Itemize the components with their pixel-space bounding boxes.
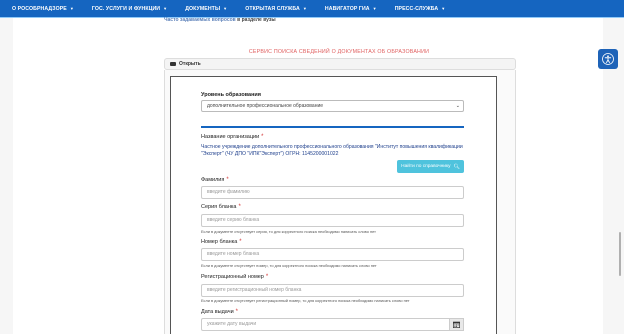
number-hint: Если в документе отсутствует номер, то д… bbox=[201, 263, 377, 268]
nav-item-about[interactable]: О РОСОБРНАДЗОРЕ ▼ bbox=[12, 6, 74, 12]
nav-item-open-service[interactable]: ОТКРЫТАЯ СЛУЖБА ▼ bbox=[245, 6, 307, 12]
education-level-label: Уровень образования bbox=[201, 92, 262, 98]
nav-label: ГОС. УСЛУГИ И ФУНКЦИИ bbox=[91, 5, 161, 12]
nav-label: ПРЕСС-СЛУЖБА bbox=[394, 5, 439, 12]
issue-date-placeholder: укажите дату выдачи bbox=[207, 321, 257, 327]
series-hint: Если в документе отсутствует серия, то д… bbox=[201, 229, 376, 234]
required-marker: * bbox=[265, 274, 269, 280]
education-level-select[interactable]: дополнительное профессиональное образова… bbox=[201, 100, 464, 112]
nav-item-press[interactable]: ПРЕСС-СЛУЖБА ▼ bbox=[395, 6, 446, 12]
number-input[interactable]: введите номер бланка bbox=[201, 248, 464, 261]
issue-date-input[interactable]: укажите дату выдачи bbox=[201, 318, 449, 331]
faq-link-line: Часто задаваемых вопросов в разделе вузы bbox=[164, 17, 276, 23]
left-gutter bbox=[0, 18, 13, 334]
nav-item-services[interactable]: ГОС. УСЛУГИ И ФУНКЦИИ ▼ bbox=[92, 6, 167, 12]
nav-label: НАВИГАТОР ГИА bbox=[324, 5, 370, 12]
education-level-value: дополнительное профессиональное образова… bbox=[207, 103, 324, 109]
chevron-down-icon: ▼ bbox=[163, 6, 168, 11]
series-input[interactable]: введите серию бланка bbox=[201, 214, 464, 227]
required-marker: * bbox=[261, 134, 264, 140]
accessibility-button[interactable] bbox=[598, 49, 618, 69]
reg-number-hint: Если в документе отсутствует регистрацио… bbox=[201, 298, 410, 303]
required-marker: * bbox=[238, 204, 241, 210]
series-label: Серия бланка * bbox=[201, 204, 241, 210]
faq-rest-text: в разделе вузы bbox=[235, 17, 276, 23]
faq-link[interactable]: Часто задаваемых вопросов bbox=[164, 17, 236, 23]
nav-label: ДОКУМЕНТЫ bbox=[185, 5, 221, 12]
accessibility-icon bbox=[602, 53, 614, 65]
find-in-reference-label: Найти по справочнику bbox=[401, 164, 451, 169]
nav-label: О РОСОБРНАДЗОРЕ bbox=[12, 5, 67, 12]
chevron-down-icon: ▼ bbox=[372, 6, 377, 11]
surname-placeholder: введите фамилию bbox=[207, 189, 250, 195]
chevron-down-icon: ▼ bbox=[441, 6, 446, 11]
nav-item-documents[interactable]: ДОКУМЕНТЫ ▼ bbox=[185, 6, 227, 12]
service-title: СЕРВИС ПОИСКА СВЕДЕНИЙ О ДОКУМЕНТАХ ОБ О… bbox=[248, 49, 430, 55]
organization-label: Название организации * bbox=[201, 134, 264, 140]
surname-input[interactable]: введите фамилию bbox=[201, 186, 464, 199]
nav-label: ОТКРЫТАЯ СЛУЖБА bbox=[245, 5, 300, 12]
section-divider bbox=[201, 126, 464, 128]
nav-underline bbox=[0, 17, 624, 18]
chevron-down-icon: ▼ bbox=[302, 6, 307, 11]
reg-number-placeholder: введите регистрационный номер бланка bbox=[207, 287, 302, 293]
panel-header-label: Открыть bbox=[179, 61, 201, 67]
surname-label: Фамилия * bbox=[201, 177, 229, 183]
organization-value: Частное учреждение дополнительного профе… bbox=[201, 144, 463, 158]
nav-item-gia-navigator[interactable]: НАВИГАТОР ГИА ▼ bbox=[325, 6, 377, 12]
series-placeholder: введите серию бланка bbox=[207, 217, 260, 223]
search-icon: 🔍︎ bbox=[453, 163, 460, 170]
reg-number-input[interactable]: введите регистрационный номер бланка bbox=[201, 284, 464, 297]
scrollbar-thumb[interactable] bbox=[619, 232, 621, 276]
required-marker: * bbox=[239, 239, 242, 245]
top-navigation: О РОСОБРНАДЗОРЕ ▼ ГОС. УСЛУГИ И ФУНКЦИИ ▼ … bbox=[0, 0, 624, 17]
chevron-down-icon: ▼ bbox=[223, 6, 228, 11]
number-label: Номер бланка * bbox=[201, 239, 242, 245]
chevron-down-icon: ⌄ bbox=[455, 103, 460, 109]
reg-number-label: Регистрационный номер * bbox=[201, 274, 269, 280]
required-marker: * bbox=[235, 309, 239, 315]
find-in-reference-button[interactable]: Найти по справочнику 🔍︎ bbox=[397, 160, 464, 173]
required-marker: * bbox=[226, 177, 229, 183]
calendar-icon bbox=[453, 321, 460, 328]
calendar-button[interactable] bbox=[449, 318, 464, 331]
number-placeholder: введите номер бланка bbox=[207, 251, 260, 257]
panel-header[interactable]: Открыть bbox=[164, 58, 516, 70]
chevron-down-icon: ▼ bbox=[69, 6, 74, 11]
folder-open-icon bbox=[170, 62, 176, 66]
issue-date-label: Дата выдачи * bbox=[201, 309, 239, 315]
